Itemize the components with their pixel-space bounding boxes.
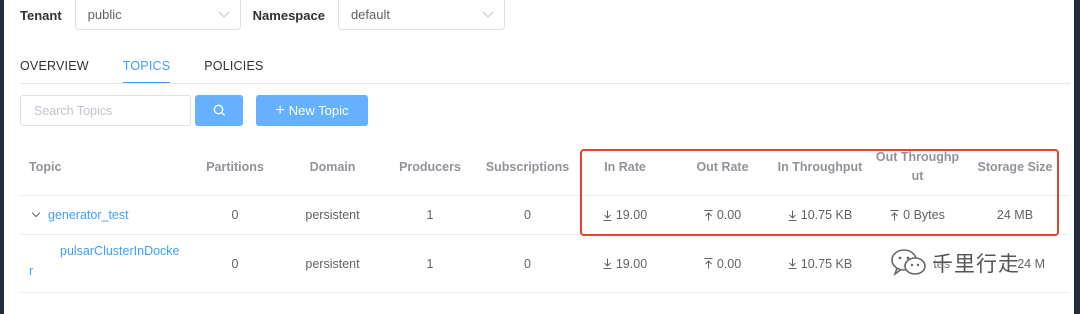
sidebar-edge (0, 0, 4, 314)
in-rate-value: 19.00 (615, 256, 648, 271)
column-header-storage-size[interactable]: Storage Size (965, 139, 1065, 195)
in-throughput-value: 10.75 KB (800, 256, 853, 271)
download-arrow-icon (603, 210, 612, 221)
out-throughput-cell: tes (870, 235, 965, 292)
out-rate-cell: 0.00 (675, 196, 770, 234)
tenant-select-value: public (87, 7, 122, 22)
tab-divider (20, 83, 1070, 84)
column-header-out-throughput-line2: ut (911, 169, 924, 183)
tab-policies[interactable]: POLICIES (204, 58, 263, 84)
out-rate-value: 0.00 (716, 256, 742, 271)
new-topic-label: New Topic (288, 103, 349, 118)
subscriptions-cell: 0 (524, 208, 531, 222)
upload-arrow-icon (890, 209, 899, 221)
out-throughput-value: 0 Bytes (903, 208, 945, 222)
storage-size-cell: 24 MB (996, 208, 1034, 222)
in-throughput-cell: 10.75 KB (770, 235, 870, 292)
table-row: pulsarClusterInDocke r 0 persistent 1 0 … (20, 235, 1070, 293)
out-throughput-value: tes (933, 256, 950, 271)
partitions-cell: 0 (231, 208, 239, 222)
column-header-domain[interactable]: Domain (285, 139, 380, 195)
upload-arrow-icon (704, 209, 713, 221)
tab-overview[interactable]: OVERVIEW (20, 58, 89, 84)
in-rate-value: 19.00 (615, 208, 648, 222)
column-header-topic[interactable]: Topic (20, 139, 185, 195)
storage-size-cell: 24 M (1017, 256, 1045, 271)
in-throughput-value: 10.75 KB (800, 208, 853, 222)
chevron-down-icon (482, 6, 494, 18)
column-header-out-throughput[interactable]: Out Throughp ut (870, 139, 965, 195)
in-rate-cell: 19.00 (575, 196, 675, 234)
topic-cell: generator_test (20, 196, 185, 234)
tab-topics[interactable]: TOPICS (122, 58, 171, 84)
column-header-subscriptions[interactable]: Subscriptions (480, 139, 575, 195)
domain-cell: persistent (305, 208, 360, 222)
partitions-cell: 0 (231, 256, 239, 271)
scrollbar-edge (1074, 0, 1080, 314)
search-topics-input[interactable] (20, 95, 191, 126)
out-throughput-cell: 0 Bytes (870, 196, 965, 234)
column-header-producers[interactable]: Producers (380, 139, 480, 195)
topics-table: Topic Partitions Domain Producers Subscr… (20, 139, 1070, 293)
download-arrow-icon (788, 210, 797, 221)
out-rate-value: 0.00 (716, 208, 742, 222)
subscriptions-cell: 0 (524, 256, 531, 271)
in-throughput-cell: 10.75 KB (770, 196, 870, 234)
column-header-in-throughput[interactable]: In Throughput (770, 139, 870, 195)
producers-cell: 1 (426, 256, 434, 271)
search-button[interactable] (195, 95, 243, 126)
search-icon (213, 104, 225, 117)
tenant-label: Tenant (20, 7, 62, 23)
column-header-out-rate[interactable]: Out Rate (675, 139, 770, 195)
download-arrow-icon (788, 258, 797, 269)
chevron-down-icon (217, 6, 230, 18)
table-row: generator_test 0 persistent 1 0 19.00 0.… (20, 196, 1070, 235)
expand-chevron-icon[interactable] (31, 208, 41, 218)
column-header-partitions[interactable]: Partitions (185, 139, 285, 195)
in-rate-cell: 19.00 (575, 235, 675, 292)
namespace-select[interactable]: default (337, 0, 505, 30)
upload-arrow-icon (704, 258, 713, 269)
namespace-label: Namespace (252, 7, 325, 23)
tenant-select[interactable]: public (74, 0, 241, 30)
column-header-out-throughput-line1: Out Throughp (875, 150, 960, 164)
topic-link[interactable]: generator_test (48, 208, 129, 222)
topic-link-line2: r (29, 264, 34, 278)
plus-icon: + (275, 101, 285, 119)
download-arrow-icon (603, 258, 612, 269)
filter-bar: Tenant public Namespace default (20, 0, 505, 30)
producers-cell: 1 (426, 208, 434, 222)
column-header-in-rate[interactable]: In Rate (575, 139, 675, 195)
namespace-select-value: default (350, 7, 390, 22)
topic-link-line1: pulsarClusterInDocke (60, 244, 180, 258)
out-rate-cell: 0.00 (675, 235, 770, 292)
domain-cell: persistent (305, 256, 360, 271)
topic-link[interactable]: pulsarClusterInDocke r (29, 241, 184, 281)
new-topic-button[interactable]: + New Topic (256, 95, 368, 126)
table-header: Topic Partitions Domain Producers Subscr… (20, 139, 1070, 196)
tab-bar: OVERVIEW TOPICS POLICIES (20, 58, 298, 84)
